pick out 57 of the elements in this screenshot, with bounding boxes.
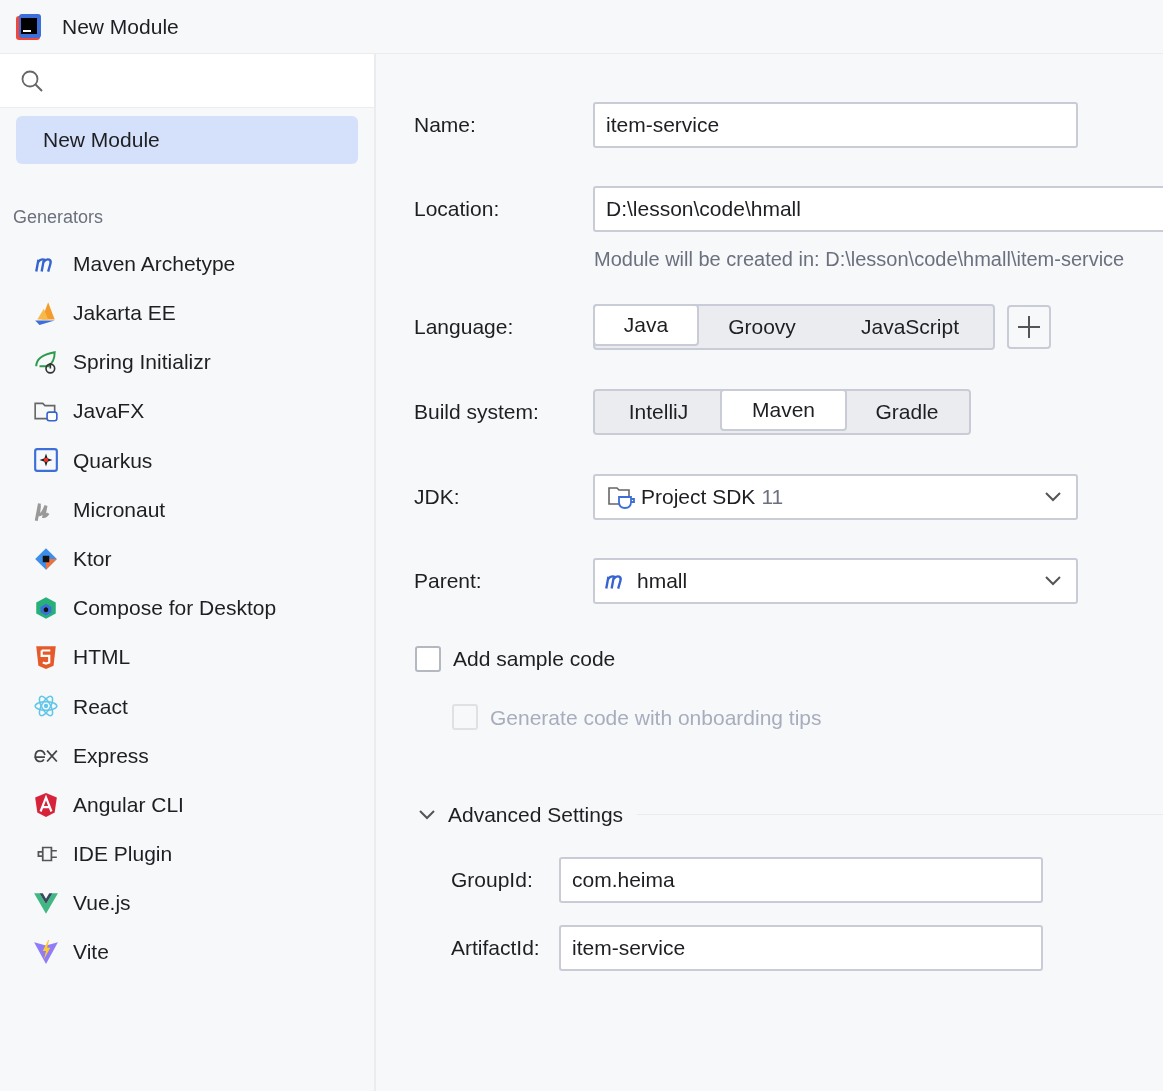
chevron-down-icon bbox=[1044, 576, 1062, 586]
chevron-down-icon bbox=[1044, 492, 1062, 502]
generator-item[interactable]: Maven Archetype bbox=[0, 239, 374, 289]
generator-item[interactable]: Quarkus bbox=[0, 435, 374, 485]
field-label: Location: bbox=[414, 196, 501, 223]
field-label: Language: bbox=[414, 314, 515, 341]
generator-item[interactable]: Compose for Desktop bbox=[0, 583, 374, 633]
segment-option[interactable]: IntelliJ bbox=[595, 391, 722, 433]
generator-item[interactable]: Spring Initializr bbox=[0, 337, 374, 387]
shield-a-icon bbox=[33, 791, 59, 818]
checkbox-label: Add sample code bbox=[453, 646, 616, 672]
star-square-icon bbox=[33, 447, 59, 474]
generator-item[interactable]: React bbox=[0, 681, 374, 731]
field-label: Parent: bbox=[414, 568, 483, 595]
generator-item[interactable]: Express bbox=[0, 730, 374, 781]
hexagon-icon bbox=[33, 594, 59, 621]
field-label: Build system: bbox=[414, 399, 540, 426]
leaf-power-icon bbox=[33, 348, 59, 375]
segment-option[interactable]: Groovy bbox=[697, 306, 827, 348]
section-title[interactable]: Advanced Settings bbox=[448, 799, 624, 831]
location-field[interactable]: D:\lesson\code\hmall bbox=[593, 186, 1163, 232]
generator-item[interactable]: JavaFX bbox=[0, 386, 374, 436]
segment-option[interactable]: Java bbox=[593, 304, 699, 346]
generator-item[interactable]: Vite bbox=[0, 927, 374, 977]
plus-icon bbox=[1017, 315, 1041, 339]
checkbox-label: Generate code with onboarding tips bbox=[490, 704, 822, 731]
folder-cup-icon bbox=[607, 484, 635, 510]
parent-dropdown[interactable]: hmall bbox=[593, 558, 1078, 604]
field-label: Name: bbox=[414, 112, 477, 139]
bolt-v-icon bbox=[33, 939, 59, 966]
checkbox[interactable] bbox=[415, 645, 441, 672]
name-field[interactable]: item-service bbox=[593, 102, 1078, 148]
generator-item[interactable]: Angular CLI bbox=[0, 780, 374, 830]
field-label: ArtifactId: bbox=[451, 934, 541, 961]
section-title: Generators bbox=[13, 206, 105, 229]
segment-option[interactable]: Gradle bbox=[845, 391, 969, 433]
artifact-id-field[interactable]: item-service bbox=[559, 924, 1043, 971]
sidebar-item[interactable]: New Module bbox=[16, 116, 358, 164]
location-hint: Module will be created in: D:\lesson\code\hmall\item-service bbox=[594, 247, 1126, 272]
generator-item[interactable]: HTML bbox=[0, 632, 374, 682]
jdk-dropdown[interactable]: Project SDK 11 bbox=[593, 474, 1078, 520]
generator-item[interactable]: IDE Plugin bbox=[0, 829, 374, 879]
group-id-field[interactable]: com.heima bbox=[559, 856, 1043, 903]
search-icon bbox=[20, 68, 44, 93]
segment-option[interactable]: Maven bbox=[720, 389, 847, 431]
generator-item[interactable]: Vue.js bbox=[0, 878, 374, 928]
add-button[interactable] bbox=[1007, 305, 1051, 349]
generator-item[interactable]: Micronaut bbox=[0, 484, 374, 535]
app-logo-icon bbox=[16, 13, 42, 40]
search-field[interactable] bbox=[0, 54, 374, 108]
field-label: JDK: bbox=[414, 484, 461, 511]
generator-item[interactable]: Ktor bbox=[0, 534, 374, 584]
window-title: New Module bbox=[62, 13, 179, 40]
shield-five-icon bbox=[33, 644, 59, 671]
generator-item[interactable]: Jakarta EE bbox=[0, 288, 374, 338]
field-label: GroupId: bbox=[451, 866, 534, 893]
segment-option[interactable]: JavaScript bbox=[827, 306, 993, 348]
